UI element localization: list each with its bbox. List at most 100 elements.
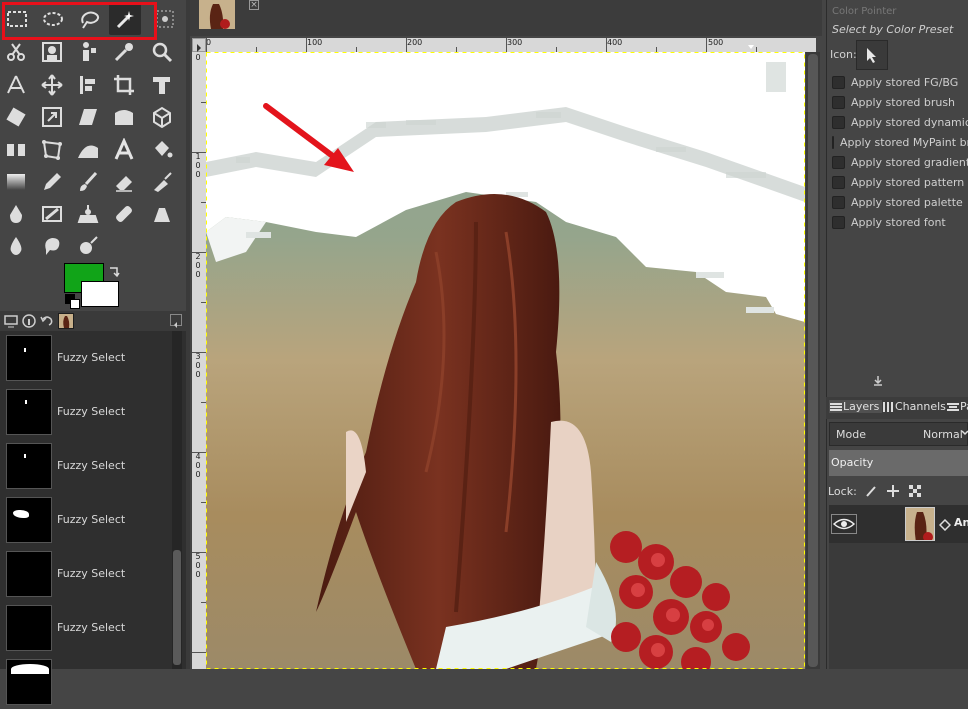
lock-position-icon[interactable] bbox=[886, 482, 899, 501]
image-tab-thumbnail[interactable] bbox=[199, 0, 235, 29]
close-tab-icon[interactable]: × bbox=[249, 0, 259, 10]
checkbox[interactable] bbox=[832, 95, 845, 109]
scale-icon[interactable] bbox=[36, 101, 68, 133]
3d-transform-icon[interactable] bbox=[146, 101, 178, 133]
clone-icon[interactable] bbox=[72, 198, 104, 230]
shear-icon[interactable] bbox=[72, 101, 104, 133]
icon-label: Icon: bbox=[830, 48, 857, 61]
lock-pixels-icon[interactable] bbox=[865, 482, 877, 501]
cage-transform-icon[interactable] bbox=[36, 134, 68, 166]
blur-icon[interactable] bbox=[0, 230, 32, 262]
option-label: Apply stored dynamics bbox=[851, 115, 968, 129]
dock-separator[interactable] bbox=[186, 0, 190, 669]
airbrush-icon[interactable] bbox=[146, 166, 178, 198]
history-item[interactable]: Fuzzy Select bbox=[0, 385, 170, 439]
image-tab-bar bbox=[190, 0, 822, 36]
warp-icon[interactable] bbox=[72, 134, 104, 166]
layers-list-area bbox=[829, 543, 968, 669]
checkbox[interactable] bbox=[832, 215, 845, 229]
history-item[interactable] bbox=[0, 655, 170, 709]
channels-icon bbox=[883, 401, 893, 412]
vertical-ruler[interactable]: 0 100 200 300 400 500 bbox=[192, 52, 206, 669]
layer-thumbnail bbox=[905, 507, 935, 541]
image-canvas[interactable] bbox=[206, 52, 805, 669]
crop-icon[interactable] bbox=[108, 69, 140, 101]
apply-brush-option[interactable]: Apply stored brush bbox=[832, 92, 955, 112]
eraser-icon[interactable] bbox=[108, 166, 140, 198]
undo-history-tab-icon[interactable] bbox=[39, 313, 55, 329]
bucket-fill-icon[interactable] bbox=[146, 134, 178, 166]
mypaint-brush-icon[interactable] bbox=[36, 198, 68, 230]
unified-transform-icon[interactable] bbox=[146, 69, 178, 101]
opacity-slider[interactable]: Opacity bbox=[829, 450, 968, 476]
smudge-icon[interactable] bbox=[36, 230, 68, 262]
history-scrollbar-thumb[interactable] bbox=[173, 550, 181, 665]
rotate-icon[interactable] bbox=[0, 101, 32, 133]
option-label: Apply stored FG/BG bbox=[851, 75, 959, 89]
history-item[interactable]: Fuzzy Select bbox=[0, 493, 170, 547]
images-tab-icon[interactable] bbox=[58, 313, 74, 329]
preset-icon-button[interactable] bbox=[856, 40, 888, 70]
checkbox[interactable] bbox=[832, 135, 834, 149]
dodge-burn-icon[interactable] bbox=[72, 230, 104, 262]
history-item[interactable]: Fuzzy Select bbox=[0, 547, 170, 601]
measure-icon[interactable] bbox=[0, 69, 32, 101]
layer-mode-select[interactable]: Mode Normal bbox=[829, 422, 968, 446]
apply-font-option[interactable]: Apply stored font bbox=[832, 212, 946, 232]
scissors-select-icon[interactable] bbox=[0, 36, 32, 68]
tab-paths[interactable]: Pa bbox=[946, 400, 968, 413]
apply-palette-option[interactable]: Apply stored palette bbox=[832, 192, 963, 212]
horizontal-ruler[interactable]: 0 100 200 300 400 500 bbox=[206, 38, 816, 52]
tab-label: Layers bbox=[843, 400, 880, 413]
checkbox[interactable] bbox=[832, 75, 845, 89]
color-pointer-title: Color Pointer bbox=[832, 6, 897, 17]
history-item[interactable]: Fuzzy Select bbox=[0, 331, 170, 385]
perspective-clone-icon[interactable] bbox=[146, 198, 178, 230]
history-item[interactable]: Fuzzy Select bbox=[0, 601, 170, 655]
tab-label: Pa bbox=[960, 400, 968, 413]
tab-layers[interactable]: Layers bbox=[829, 400, 883, 413]
zoom-icon[interactable] bbox=[146, 36, 178, 68]
heal-icon[interactable] bbox=[108, 198, 140, 230]
warp-transform-icon[interactable] bbox=[108, 101, 140, 133]
flip-icon[interactable] bbox=[0, 134, 32, 166]
checkbox[interactable] bbox=[832, 115, 845, 129]
layer-item[interactable]: An bbox=[829, 505, 968, 543]
tool-options-tab-icon[interactable] bbox=[21, 313, 37, 329]
opacity-label: Opacity bbox=[831, 456, 874, 469]
move-icon[interactable] bbox=[36, 69, 68, 101]
lock-row: Lock: bbox=[828, 482, 921, 500]
dock-menu-icon[interactable] bbox=[170, 314, 182, 328]
checkbox[interactable] bbox=[832, 155, 845, 169]
checkbox[interactable] bbox=[832, 195, 845, 209]
history-item[interactable]: Fuzzy Select bbox=[0, 439, 170, 493]
background-color-swatch[interactable] bbox=[81, 281, 119, 307]
pencil-icon[interactable] bbox=[36, 166, 68, 198]
paths-icon[interactable] bbox=[72, 36, 104, 68]
apply-gradient-option[interactable]: Apply stored gradient bbox=[832, 152, 968, 172]
gradient-icon[interactable] bbox=[0, 166, 32, 198]
ruler-corner-button[interactable] bbox=[192, 38, 206, 52]
canvas-scrollbar-thumb[interactable] bbox=[808, 54, 818, 667]
align-icon[interactable] bbox=[72, 69, 104, 101]
apply-pattern-option[interactable]: Apply stored pattern bbox=[832, 172, 964, 192]
tab-channels[interactable]: Channels bbox=[881, 400, 946, 413]
color-picker-icon[interactable] bbox=[108, 36, 140, 68]
layer-name: An bbox=[954, 516, 968, 529]
apply-fg-bg-option[interactable]: Apply stored FG/BG bbox=[832, 72, 958, 92]
device-status-tab-icon[interactable] bbox=[3, 313, 19, 329]
text-icon[interactable] bbox=[108, 134, 140, 166]
apply-dynamics-option[interactable]: Apply stored dynamics bbox=[832, 112, 968, 132]
preset-name: Select by Color Preset bbox=[832, 23, 954, 36]
ink-icon[interactable] bbox=[0, 198, 32, 230]
history-item-label: Fuzzy Select bbox=[57, 351, 126, 364]
save-preset-icon[interactable] bbox=[872, 372, 884, 391]
default-colors-icon[interactable] bbox=[65, 294, 81, 310]
apply-mypaint-option[interactable]: Apply stored MyPaint bru bbox=[832, 132, 968, 152]
checkbox[interactable] bbox=[832, 175, 845, 189]
visibility-eye-icon[interactable] bbox=[831, 514, 857, 534]
foreground-select-icon[interactable] bbox=[36, 36, 68, 68]
paintbrush-icon[interactable] bbox=[72, 166, 104, 198]
swap-colors-icon[interactable] bbox=[108, 263, 120, 282]
lock-alpha-icon[interactable] bbox=[908, 482, 921, 501]
